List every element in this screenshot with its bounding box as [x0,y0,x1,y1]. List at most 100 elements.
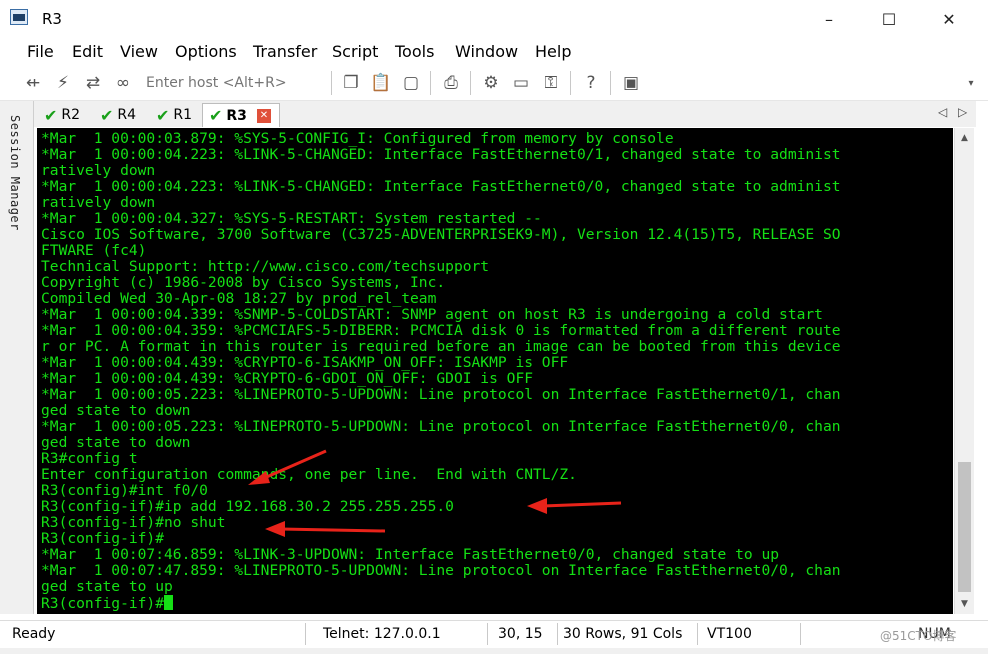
status-ready: Ready [12,626,56,642]
menu-file[interactable]: File [27,42,54,61]
terminal-line: R3(config-if)# [41,530,165,547]
tab-scroll-left-icon[interactable]: ◁ [938,105,947,119]
terminal-line: r or PC. A format in this router is requ… [41,338,841,355]
terminal-line: Copyright (c) 1986-2008 by Cisco Systems… [41,274,446,291]
terminal-line: *Mar 1 00:00:04.327: %SYS-5-RESTART: Sys… [41,210,542,227]
menu-transfer[interactable]: Transfer [253,42,317,61]
status-divider [487,623,488,645]
window-title: R3 [42,10,62,28]
terminal-prompt: R3(config-if)# [41,595,165,612]
help-question-icon[interactable]: ? [580,72,602,94]
reconnect-icon[interactable]: ⇄ [82,72,104,94]
tab-label: R3 [226,107,247,124]
connected-check-icon: ✔ [100,105,114,125]
terminal-line: *Mar 1 00:00:04.339: %SNMP-5-COLDSTART: … [41,306,823,323]
session-manager-label: Session Manager [8,115,22,231]
terminal-line: Cisco IOS Software, 3700 Software (C3725… [41,226,841,243]
right-margin [977,101,988,614]
close-button[interactable]: ✕ [926,0,972,38]
terminal-line: R3(config)#int f0/0 [41,482,208,499]
tab-r1[interactable]: ✔ R1 [150,103,202,127]
terminal-line: *Mar 1 00:07:46.859: %LINK-3-UPDOWN: Int… [41,546,780,563]
terminal-line: FTWARE (fc4) [41,242,147,259]
window-bottom-edge [0,648,988,654]
terminal-line: *Mar 1 00:00:04.223: %LINK-5-CHANGED: In… [41,178,841,195]
scroll-up-icon[interactable]: ▲ [955,130,974,146]
securecrt-app-icon [10,9,28,25]
terminal-line: *Mar 1 00:07:47.859: %LINEPROTO-5-UPDOWN… [41,562,841,579]
terminal-cursor [164,595,174,610]
status-divider [800,623,801,645]
menu-help[interactable]: Help [535,42,571,61]
status-dimensions: 30 Rows, 91 Cols [563,626,683,642]
toolbar-divider [430,71,431,95]
session-tab-bar: ✔ R2 ✔ R4 ✔ R1 ✔ R3 ✕ ◁ ▷ [34,101,976,127]
toolbar-divider [570,71,571,95]
find-icon[interactable]: ▢ [400,72,422,94]
tab-label: R4 [117,107,137,123]
toolbar-overflow-icon[interactable]: ▾ [960,72,982,94]
quick-connect-lightning-icon[interactable]: ⚡ [52,72,74,94]
toolbar-divider [610,71,611,95]
connected-check-icon: ✔ [209,106,223,125]
terminal-output: *Mar 1 00:00:03.879: %SYS-5-CONFIG_I: Co… [41,131,841,612]
toolbar-divider [470,71,471,95]
terminal-line: ratively down [41,194,156,211]
terminal-line: R3#config t [41,450,138,467]
tab-label: R1 [173,107,193,123]
menu-bar: File Edit View Options Transfer Script T… [0,38,988,66]
paste-icon[interactable]: 📋 [370,72,392,94]
terminal-line: ratively down [41,162,156,179]
terminal-line: Enter configuration commands, one per li… [41,466,577,483]
tab-r3[interactable]: ✔ R3 ✕ [202,103,280,127]
terminal-screen[interactable]: *Mar 1 00:00:03.879: %SYS-5-CONFIG_I: Co… [37,128,953,614]
menu-window[interactable]: Window [455,42,518,61]
connect-icon[interactable]: ⇷ [22,72,44,94]
copy-icon[interactable]: ❐ [340,72,362,94]
terminal-line: *Mar 1 00:00:05.223: %LINEPROTO-5-UPDOWN… [41,386,841,403]
status-emulation: VT100 [707,626,752,642]
tab-r2[interactable]: ✔ R2 [38,103,90,127]
keymap-icon[interactable]: ▭ [510,72,532,94]
terminal-line: ged state to down [41,434,191,451]
tab-label: R2 [61,107,81,123]
menu-view[interactable]: View [120,42,158,61]
terminal-scrollbar[interactable]: ▲ ▼ [954,128,974,614]
scrollbar-thumb[interactable] [958,462,971,592]
menu-options[interactable]: Options [175,42,237,61]
menu-tools[interactable]: Tools [395,42,434,61]
terminal-line: R3(config-if)#no shut [41,514,226,531]
connected-check-icon: ✔ [156,105,170,125]
screen-icon[interactable]: ▣ [620,72,642,94]
link-icon[interactable]: ∞ [112,72,134,94]
toolbar-divider [331,71,332,95]
tab-r4[interactable]: ✔ R4 [94,103,146,127]
key-icon[interactable]: ⚿ [540,72,562,94]
terminal-line: *Mar 1 00:00:05.223: %LINEPROTO-5-UPDOWN… [41,418,841,435]
terminal-line: ged state to down [41,402,191,419]
status-bar: Ready Telnet: 127.0.0.1 30, 15 30 Rows, … [0,620,988,649]
menu-script[interactable]: Script [332,42,378,61]
tab-scroll-right-icon[interactable]: ▷ [958,105,967,119]
settings-gear-icon[interactable]: ⚙ [480,72,502,94]
title-bar: R3 – ☐ ✕ [0,0,988,38]
terminal-line: *Mar 1 00:00:04.223: %LINK-5-CHANGED: In… [41,146,841,163]
terminal-line: Compiled Wed 30-Apr-08 18:27 by prod_rel… [41,290,437,307]
terminal-line: *Mar 1 00:00:04.359: %PCMCIAFS-5-DIBERR:… [41,322,841,339]
terminal-line: *Mar 1 00:00:04.439: %CRYPTO-6-ISAKMP_ON… [41,354,569,371]
enter-host-input[interactable] [140,71,342,95]
terminal-line: *Mar 1 00:00:04.439: %CRYPTO-6-GDOI_ON_O… [41,370,534,387]
session-manager-rail[interactable]: Session Manager [0,101,34,614]
watermark-text: @51CTO博客 [880,629,957,643]
status-divider [305,623,306,645]
close-tab-icon[interactable]: ✕ [256,108,271,123]
status-cursor-position: 30, 15 [498,626,543,642]
terminal-line: ged state to up [41,578,173,595]
minimize-button[interactable]: – [806,0,852,38]
toolbar: ⇷ ⚡ ⇄ ∞ ❐ 📋 ▢ ⎙ ⚙ ▭ ⚿ ? ▣ ▾ [0,66,988,101]
scroll-down-icon[interactable]: ▼ [955,596,974,612]
menu-edit[interactable]: Edit [72,42,103,61]
print-icon[interactable]: ⎙ [440,72,462,94]
status-divider [697,623,698,645]
maximize-button[interactable]: ☐ [866,0,912,38]
